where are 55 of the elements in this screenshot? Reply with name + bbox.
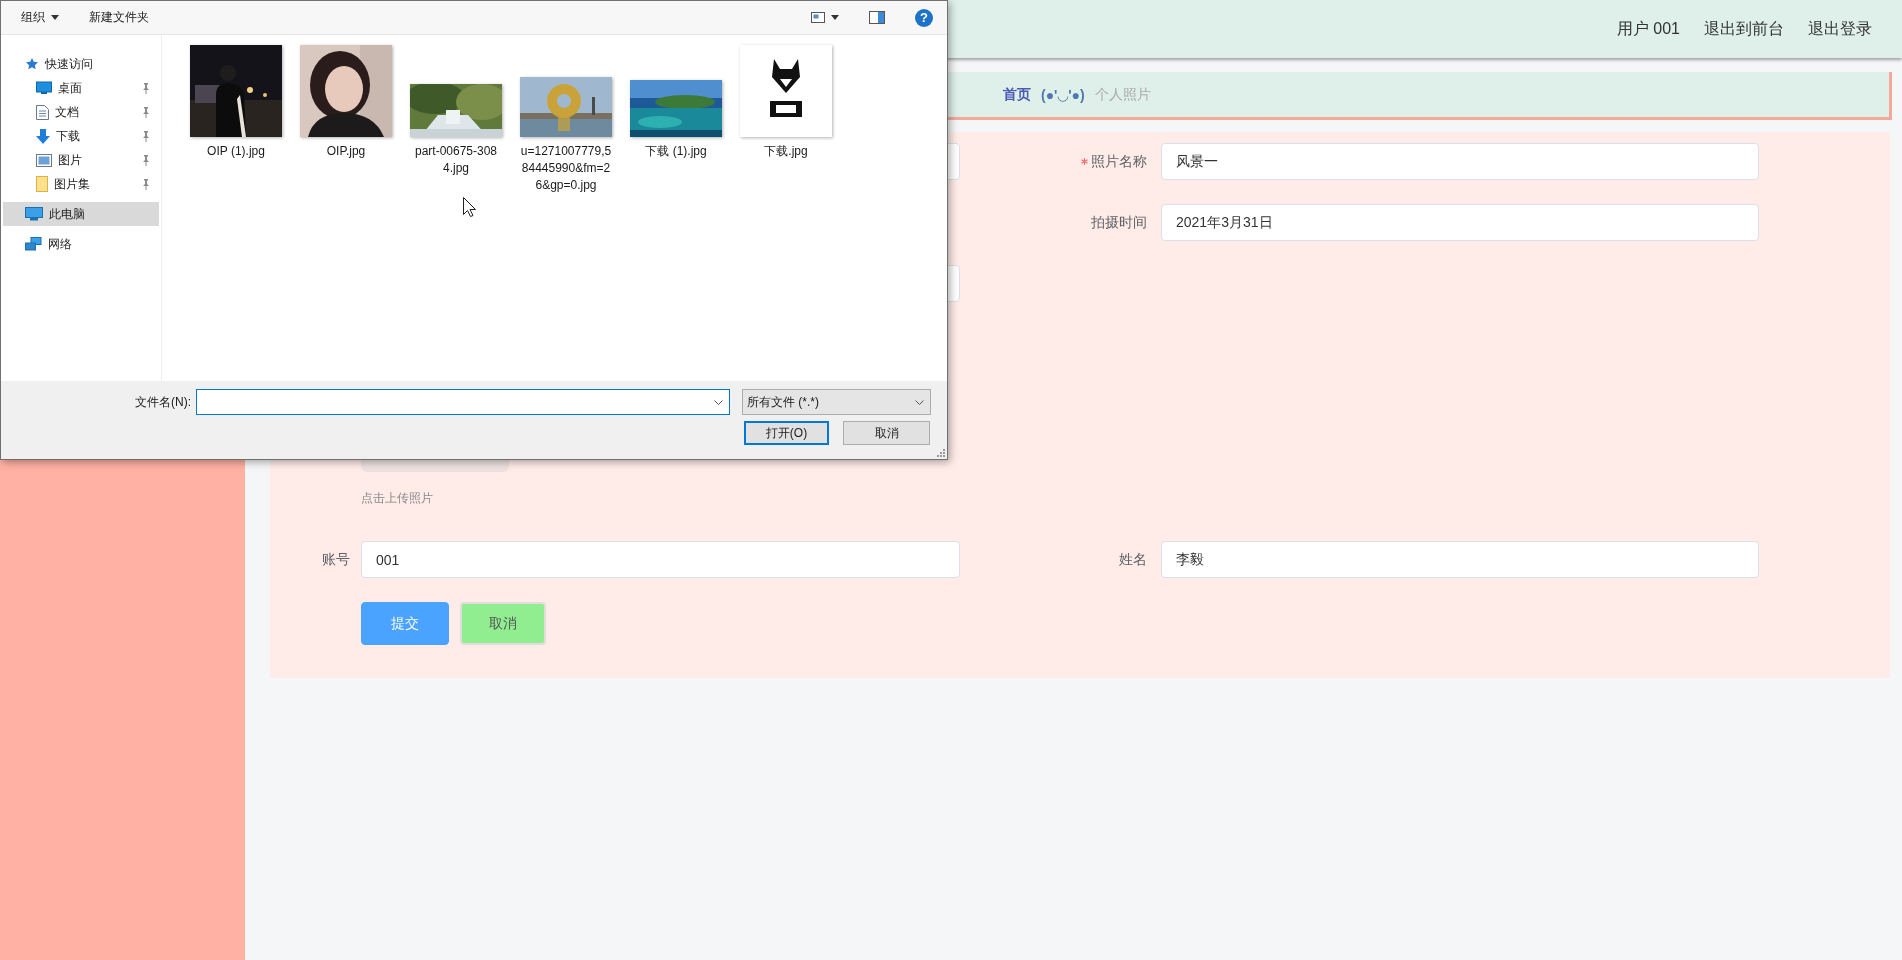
nav-item[interactable]: 图片集 (3, 172, 159, 196)
input-field[interactable]: 2021年3月31日 (1161, 204, 1759, 241)
field-label: 账号 (322, 550, 350, 569)
file-name[interactable]: 下载.jpg (740, 143, 832, 160)
field-label: 拍摄时间 (1091, 213, 1147, 232)
cancel-button[interactable]: 取消 (460, 602, 546, 645)
cursor-icon (463, 197, 476, 217)
help-button[interactable]: ? (915, 8, 933, 27)
file-name[interactable]: u=1271007779,584445990&fm=26&gp=0.jpg (520, 143, 612, 194)
input-field[interactable]: 风景一 (1161, 143, 1759, 180)
field-label: 姓名 (1119, 550, 1147, 569)
file-name[interactable]: OIP.jpg (300, 143, 392, 160)
nav-item[interactable]: 网络 (3, 232, 159, 256)
upload-hint: 点击上传照片 (361, 490, 434, 507)
file-name[interactable]: OIP (1).jpg (190, 143, 282, 160)
breadcrumb-current: 个人照片 (1094, 85, 1151, 104)
header-link[interactable]: 退出到前台 (1704, 18, 1784, 40)
nav-item[interactable]: 此电脑 (3, 202, 159, 226)
open-button[interactable]: 打开(O) (744, 421, 829, 445)
organize-button[interactable]: 组织 (21, 9, 59, 26)
nav-item[interactable]: 图片 (3, 148, 159, 172)
input-field[interactable]: 001 (361, 541, 960, 578)
chevron-down-icon (714, 399, 723, 405)
view-icon (811, 12, 825, 23)
resize-grip-icon[interactable] (937, 449, 945, 457)
computer-icon (25, 207, 43, 221)
document-icon (36, 104, 49, 120)
file-type-dropdown[interactable]: 所有文件 (*.*) (742, 389, 931, 415)
input-field[interactable]: 李毅 (1161, 541, 1759, 578)
folder-icon (36, 176, 48, 192)
breadcrumb-separator: (●'◡'●) (1041, 86, 1085, 103)
network-icon (25, 237, 42, 251)
view-button[interactable] (811, 12, 839, 23)
nav-item[interactable]: 下载 (3, 124, 159, 148)
cancel-button[interactable]: 取消 (843, 421, 930, 445)
caret-icon (831, 15, 839, 20)
preview-pane-icon[interactable] (869, 11, 885, 24)
nav-item[interactable]: 快速访问 (3, 52, 159, 76)
field-label: 文件名(N): (134, 393, 191, 411)
caret-icon (51, 15, 59, 20)
file-name[interactable]: 下载 (1).jpg (630, 143, 722, 160)
file-name[interactable]: part-00675-3084.jpg (410, 143, 502, 177)
image-icon (36, 153, 52, 167)
download-icon (36, 128, 50, 144)
new-folder-button[interactable]: 新建文件夹 (89, 9, 149, 26)
nav-item[interactable]: 文档 (3, 100, 159, 124)
star-icon (25, 57, 39, 71)
nav-item[interactable]: 桌面 (3, 76, 159, 100)
chevron-down-icon (915, 399, 924, 405)
header-link[interactable]: 用户 001 (1616, 18, 1680, 40)
breadcrumb-link[interactable]: 首页 (1003, 85, 1031, 104)
filename-field[interactable] (196, 389, 730, 415)
monitor-icon (36, 81, 52, 95)
field-label: 照片名称 (1091, 152, 1147, 171)
header-link[interactable]: 退出登录 (1808, 18, 1872, 40)
